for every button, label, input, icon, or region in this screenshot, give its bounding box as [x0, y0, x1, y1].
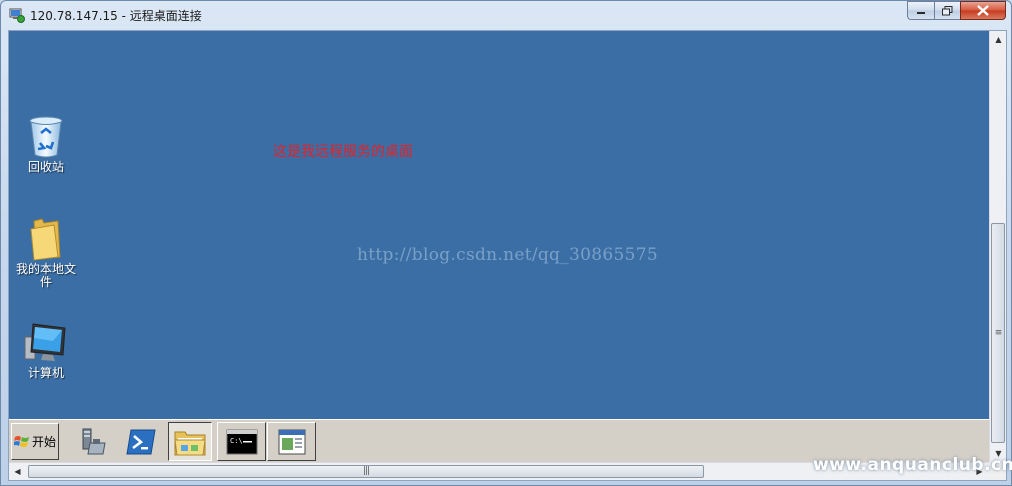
desktop-icon-label: 计算机 [27, 366, 64, 380]
remote-session-viewport: 回收站 我的本地文件 计算机 这是我远程服务的桌面 http://blog.cs… [8, 30, 1007, 481]
remote-desktop-window: 120.78.147.15 - 远程桌面连接 回收站 我的本地文件 计算机 这是… [0, 0, 1012, 486]
restore-icon [942, 5, 953, 15]
taskbar-server-manager[interactable] [73, 422, 113, 461]
start-button[interactable]: 开始 [11, 423, 59, 460]
desktop-icon-label: 我的本地文件 [15, 262, 76, 289]
application-window-icon [278, 429, 305, 454]
desktop-annotation: 这是我远程服务的桌面 [273, 144, 413, 160]
command-prompt-icon: C:\ [226, 429, 257, 454]
desktop-icon-label: 回收站 [27, 160, 64, 174]
taskbar-powershell[interactable] [121, 422, 161, 461]
desktop-icon-computer[interactable]: 计算机 [10, 321, 82, 380]
windows-logo-icon [13, 436, 29, 447]
close-button[interactable] [960, 1, 1006, 20]
desktop-icon-my-documents[interactable]: 我的本地文件 [10, 217, 82, 289]
scroll-left-arrow-icon[interactable]: ◀ [9, 463, 26, 480]
taskbar-application-window[interactable] [267, 422, 316, 461]
title-bar[interactable]: 120.78.147.15 - 远程桌面连接 [1, 1, 1011, 29]
caption-buttons [907, 1, 1006, 21]
site-watermark: www.anquanclub.cn [813, 455, 1012, 475]
recycle-bin-icon [29, 116, 63, 158]
svg-text:C:\: C:\ [230, 437, 243, 445]
vertical-scroll-thumb[interactable]: ≡ [991, 223, 1005, 443]
folder-icon [30, 218, 61, 261]
powershell-icon [126, 429, 156, 454]
scroll-up-arrow-icon[interactable]: ▲ [990, 31, 1007, 48]
taskbar-explorer[interactable] [168, 422, 212, 461]
taskbar-command-prompt[interactable]: C:\ [217, 422, 266, 461]
minimize-icon [917, 11, 925, 14]
start-button-label: 开始 [31, 435, 56, 449]
remote-desktop-icon [9, 8, 25, 23]
close-icon [977, 5, 989, 16]
remote-desktop-background[interactable]: 回收站 我的本地文件 计算机 这是我远程服务的桌面 http://blog.cs… [9, 31, 989, 419]
blog-watermark: http://blog.csdn.net/qq_30865575 [357, 245, 658, 265]
restore-button[interactable] [934, 1, 960, 20]
desktop-icon-recycle-bin[interactable]: 回收站 [10, 115, 82, 174]
minimize-button[interactable] [907, 1, 934, 20]
grip-icon: ≡ [994, 327, 1002, 338]
grip-icon: ||| [362, 466, 370, 476]
server-manager-icon [82, 428, 106, 454]
horizontal-scroll-thumb[interactable]: ||| [28, 465, 704, 478]
vertical-scrollbar[interactable]: ▲ ≡ ▼ [989, 31, 1006, 462]
windows-explorer-icon [174, 431, 206, 455]
computer-icon [24, 323, 66, 361]
window-title: 120.78.147.15 - 远程桌面连接 [30, 9, 202, 23]
